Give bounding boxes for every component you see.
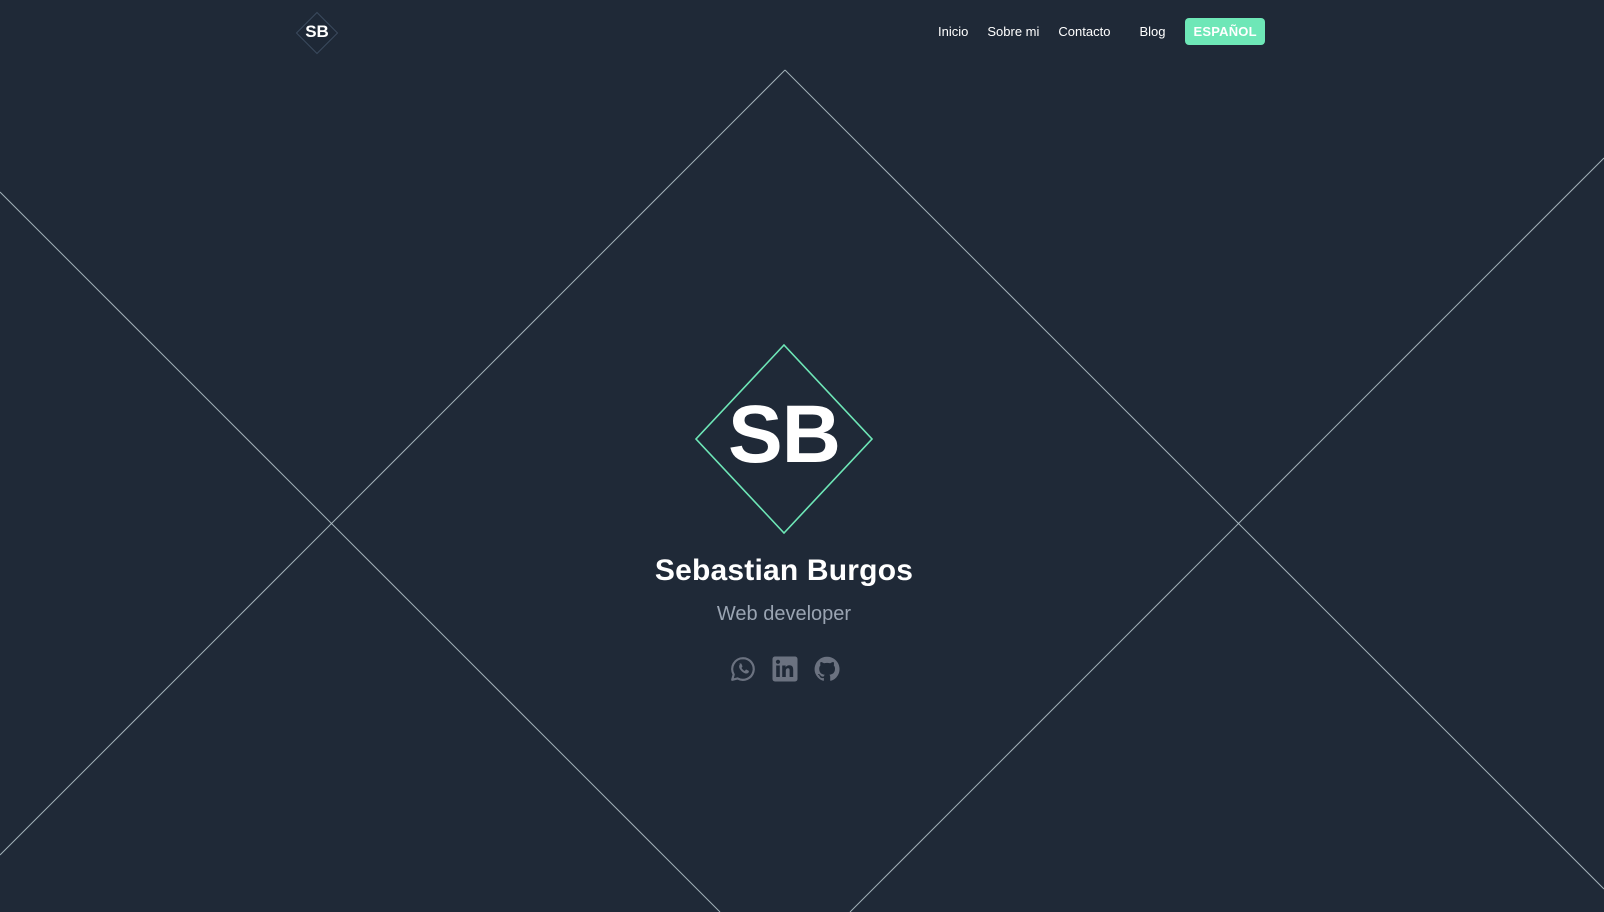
hero-logo: SB: [695, 344, 873, 534]
bg-line: [849, 157, 1604, 912]
whatsapp-link[interactable]: [729, 655, 757, 683]
brand-logo[interactable]: SB: [295, 11, 339, 55]
bg-line: [0, 69, 786, 856]
hero-role: Web developer: [716, 603, 852, 625]
nav-link-sobre-mi[interactable]: Sobre mi: [987, 24, 1039, 39]
language-button[interactable]: ESPAÑOL: [1185, 17, 1265, 45]
navbar: SB Inicio Sobre mi Contacto Blog ESPAÑOL: [0, 0, 1604, 64]
hero-name: Sebastian Burgos: [654, 554, 914, 587]
linkedin-link[interactable]: [771, 655, 799, 683]
nav-link-inicio[interactable]: Inicio: [938, 24, 968, 39]
whatsapp-icon: [731, 657, 755, 681]
page: SB Inicio Sobre mi Contacto Blog ESPAÑOL…: [0, 0, 1604, 912]
brand-text: SB: [305, 22, 329, 41]
nav-links: Inicio Sobre mi Contacto Blog ESPAÑOL: [938, 17, 1265, 45]
github-icon: [814, 656, 840, 681]
bg-line: [784, 69, 1604, 890]
github-link[interactable]: [813, 655, 841, 683]
nav-link-contacto[interactable]: Contacto: [1058, 24, 1110, 39]
nav-link-blog[interactable]: Blog: [1139, 24, 1165, 39]
social-links: [729, 655, 841, 685]
linkedin-icon: [772, 656, 798, 682]
bg-line: [0, 191, 721, 912]
hero-logo-text: SB: [728, 389, 841, 480]
